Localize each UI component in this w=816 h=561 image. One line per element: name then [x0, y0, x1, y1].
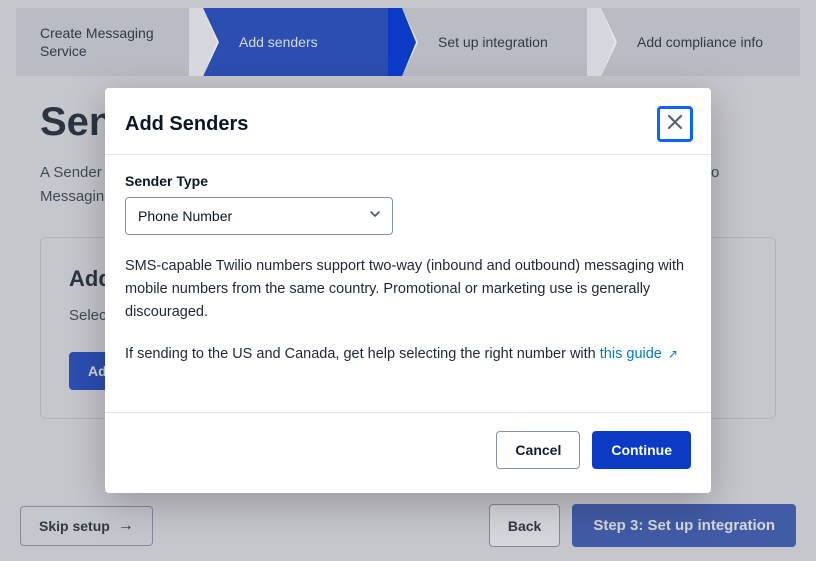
external-link-icon: ↗	[668, 347, 678, 361]
close-button[interactable]	[659, 108, 691, 140]
help-paragraph-1: SMS-capable Twilio numbers support two-w…	[125, 255, 691, 325]
help-paragraph-2: If sending to the US and Canada, get hel…	[125, 343, 691, 366]
help-text: SMS-capable Twilio numbers support two-w…	[125, 255, 691, 366]
continue-button[interactable]: Continue	[592, 431, 691, 469]
close-icon	[666, 113, 684, 135]
modal-footer: Cancel Continue	[105, 412, 711, 493]
add-senders-modal: Add Senders Sender Type Phone Number SMS…	[105, 88, 711, 493]
help-2-pre: If sending to the US and Canada, get hel…	[125, 346, 600, 362]
modal-header: Add Senders	[105, 88, 711, 155]
modal-backdrop[interactable]: Add Senders Sender Type Phone Number SMS…	[0, 0, 816, 561]
modal-body: Sender Type Phone Number SMS-capable Twi…	[105, 155, 711, 412]
guide-link[interactable]: this guide ↗	[600, 346, 678, 362]
sender-type-value: Phone Number	[125, 197, 393, 235]
sender-type-label: Sender Type	[125, 173, 691, 189]
modal-title: Add Senders	[125, 113, 248, 136]
cancel-button[interactable]: Cancel	[496, 431, 580, 469]
sender-type-select[interactable]: Phone Number	[125, 197, 393, 235]
